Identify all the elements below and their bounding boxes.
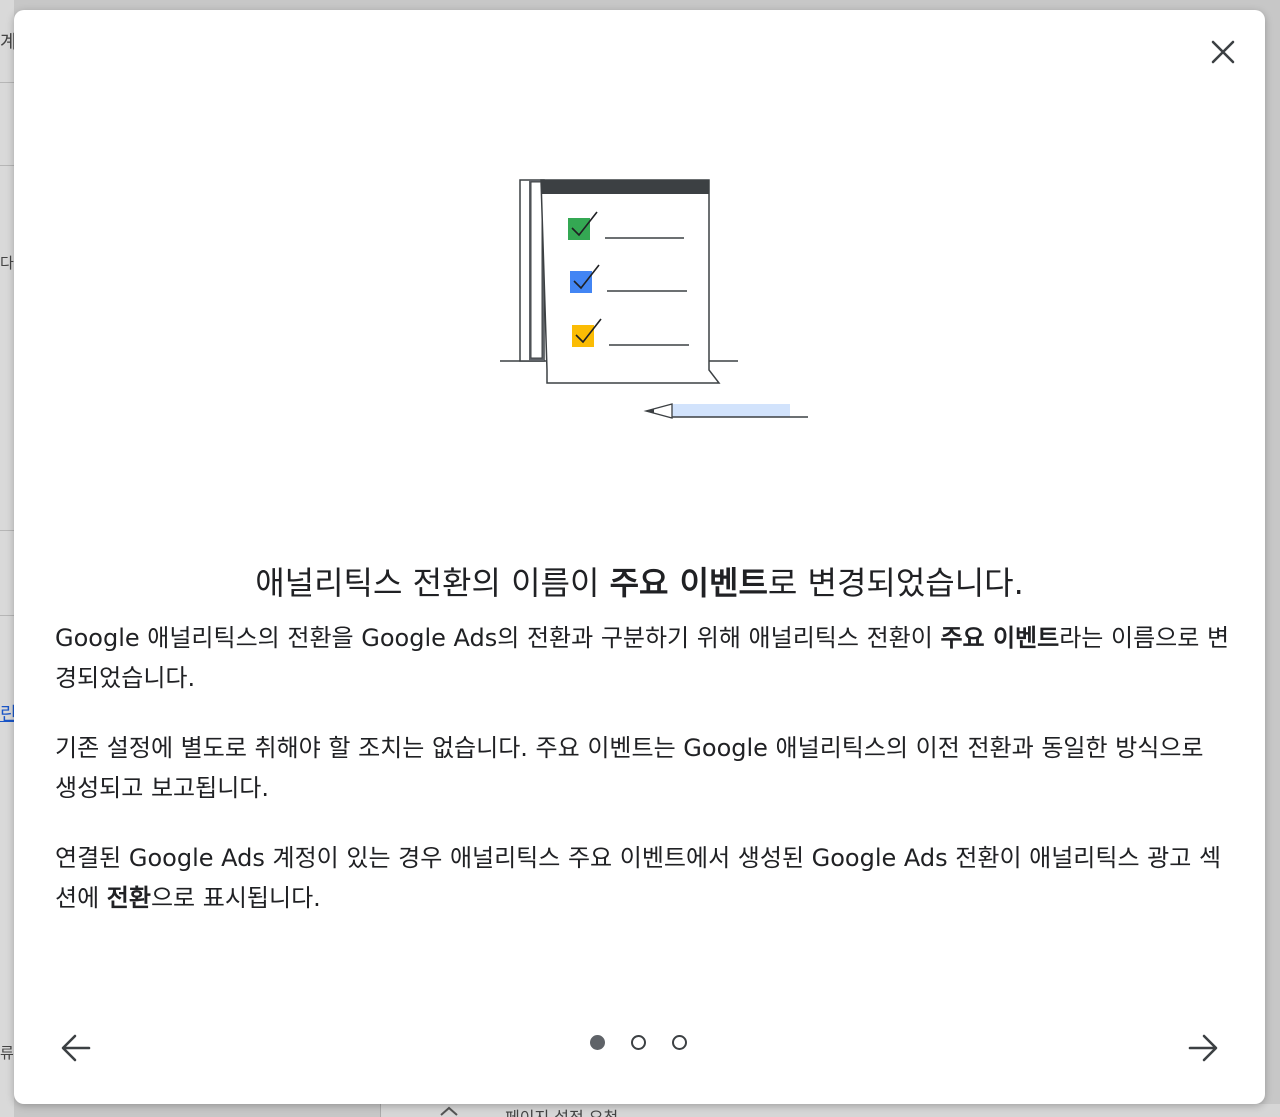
- background-bottom-text: 페이지 설정 요청: [505, 1104, 618, 1117]
- background-text: 계: [0, 32, 14, 53]
- paragraph-emphasis: 전환: [106, 884, 151, 912]
- title-emphasis: 주요 이벤트: [609, 564, 768, 603]
- dialog-title: 애널리틱스 전환의 이름이 주요 이벤트로 변경되었습니다.: [14, 561, 1265, 605]
- paragraph-3: 연결된 Google Ads 계정이 있는 경우 애널리틱스 주요 이벤트에서 …: [55, 838, 1230, 918]
- paragraph-text: 기존 설정에 별도로 취해야 할 조치는 없습니다. 주요 이벤트는 Googl…: [55, 734, 1204, 802]
- background-divider: [0, 165, 14, 166]
- background-sidebar: [0, 0, 14, 1117]
- background-divider: [0, 615, 14, 616]
- pencil-body: [672, 404, 790, 417]
- background-text: 다: [0, 254, 14, 272]
- title-text: 애널리틱스 전환의 이름이: [255, 564, 610, 603]
- next-button[interactable]: [1181, 1026, 1225, 1070]
- background-divider: [0, 82, 14, 83]
- arrow-right-icon: [1188, 1034, 1218, 1062]
- background-link[interactable]: 린: [0, 700, 14, 726]
- page-dot-2[interactable]: [631, 1034, 646, 1050]
- home-icon: [438, 1104, 460, 1117]
- dialog-body: Google 애널리틱스의 전환을 Google Ads의 전환과 구분하기 위…: [55, 618, 1230, 948]
- paragraph-emphasis: 주요 이벤트: [940, 624, 1060, 652]
- close-button[interactable]: [1203, 32, 1243, 72]
- paragraph-2: 기존 설정에 별도로 취해야 할 조치는 없습니다. 주요 이벤트는 Googl…: [55, 728, 1230, 808]
- page-dot-3[interactable]: [672, 1034, 687, 1050]
- paragraph-text: 으로 표시됩니다.: [150, 884, 321, 912]
- arrow-left-icon: [61, 1034, 91, 1062]
- close-icon: [1211, 40, 1235, 64]
- checklist-illustration: [500, 179, 808, 419]
- page-dot-1[interactable]: [590, 1034, 605, 1050]
- check-blue: [570, 271, 592, 293]
- paragraph-1: Google 애널리틱스의 전환을 Google Ads의 전환과 구분하기 위…: [55, 618, 1230, 698]
- check-green: [568, 218, 590, 240]
- background-text: 류: [0, 1044, 14, 1062]
- whats-new-dialog: 애널리틱스 전환의 이름이 주요 이벤트로 변경되었습니다. Google 애널…: [14, 10, 1265, 1104]
- previous-button[interactable]: [54, 1026, 98, 1070]
- title-text: 로 변경되었습니다.: [767, 564, 1024, 603]
- paragraph-text: Google 애널리틱스의 전환을 Google Ads의 전환과 구분하기 위…: [55, 624, 941, 652]
- check-yellow: [572, 325, 594, 347]
- background-divider: [0, 530, 14, 531]
- pagination-dots: [590, 1034, 687, 1050]
